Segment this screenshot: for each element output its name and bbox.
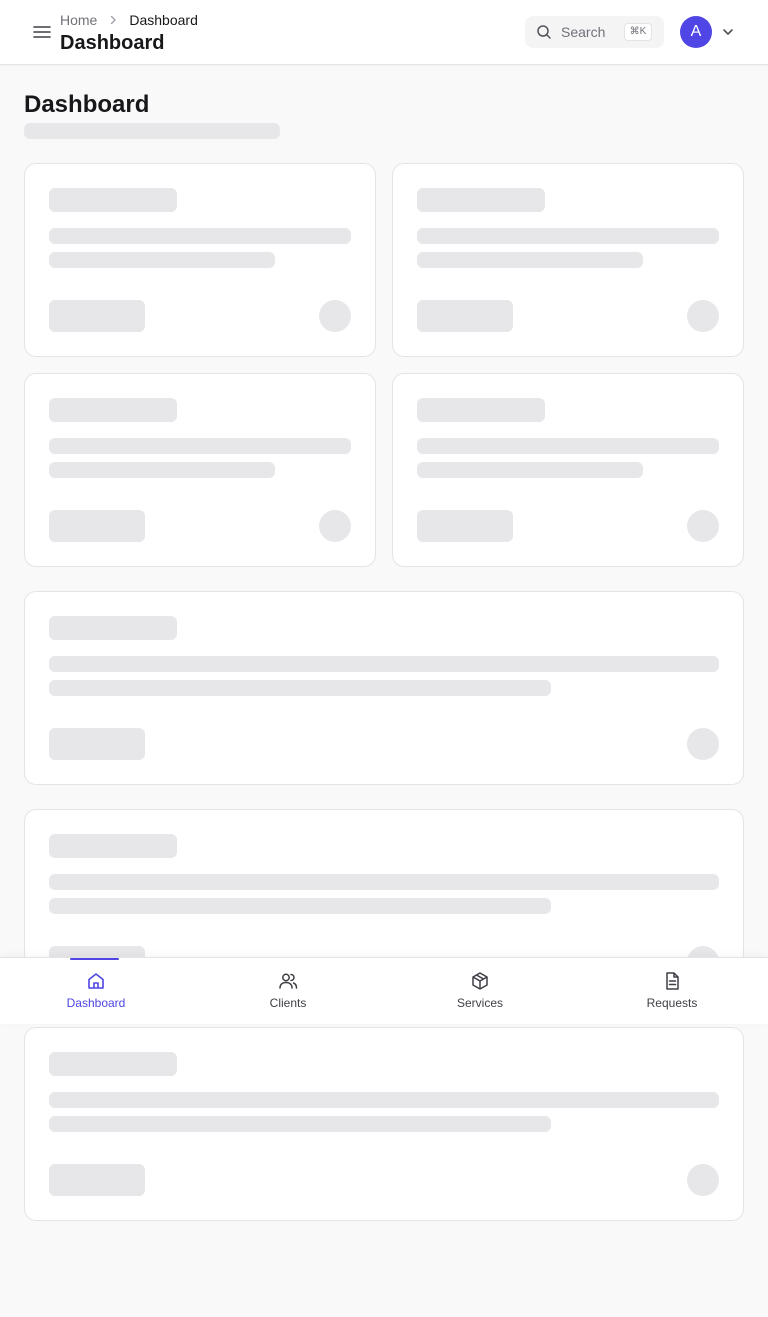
card-value-skeleton: [417, 510, 513, 542]
home-icon: [88, 973, 104, 989]
card-title-skeleton: [417, 188, 545, 212]
menu-icon[interactable]: [31, 22, 53, 42]
stat-card-skeleton: [24, 163, 376, 357]
card-line-skeleton: [417, 438, 719, 454]
card-icon-skeleton: [687, 728, 719, 760]
search-icon: [537, 25, 551, 39]
chevron-down-icon[interactable]: [720, 24, 736, 40]
card-line-skeleton: [49, 228, 351, 244]
card-value-skeleton: [49, 1164, 145, 1196]
card-line-skeleton: [49, 438, 351, 454]
active-tab-indicator: [70, 958, 119, 960]
card-icon-skeleton: [687, 1164, 719, 1196]
nav-item-requests[interactable]: Requests: [576, 958, 768, 1025]
card-value-skeleton: [49, 510, 145, 542]
breadcrumb-home[interactable]: Home: [60, 11, 97, 29]
card-line-skeleton: [49, 874, 719, 890]
header-title: Dashboard: [60, 32, 165, 54]
card-line-skeleton: [49, 252, 275, 268]
card-title-skeleton: [49, 834, 177, 858]
nav-item-dashboard[interactable]: Dashboard: [0, 958, 192, 1025]
card-line-skeleton: [417, 228, 719, 244]
nav-item-services[interactable]: Services: [384, 958, 576, 1025]
nav-label: Dashboard: [66, 996, 126, 1010]
breadcrumb-current: Dashboard: [129, 12, 198, 28]
card-line-skeleton: [49, 1116, 551, 1132]
subtitle-skeleton: [24, 123, 280, 139]
card-line-skeleton: [49, 656, 719, 672]
card-title-skeleton: [49, 188, 177, 212]
package-icon: [472, 972, 488, 990]
search-label: Search: [561, 24, 606, 40]
top-bar: Home Dashboard Dashboard Search ⌘K A: [0, 0, 768, 65]
avatar[interactable]: A: [680, 16, 712, 48]
stat-card-skeleton: [392, 163, 744, 357]
chevron-right-icon: [105, 12, 121, 28]
breadcrumb: Home Dashboard: [60, 11, 198, 29]
card-line-skeleton: [49, 680, 551, 696]
wide-card-skeleton: [24, 591, 744, 785]
card-title-skeleton: [417, 398, 545, 422]
card-icon-skeleton: [319, 300, 351, 332]
document-icon: [666, 972, 679, 990]
nav-label: Services: [456, 996, 503, 1010]
card-line-skeleton: [49, 898, 551, 914]
card-value-skeleton: [417, 300, 513, 332]
nav-label: Requests: [646, 996, 698, 1010]
card-line-skeleton: [49, 1092, 719, 1108]
card-title-skeleton: [49, 398, 177, 422]
card-value-skeleton: [49, 728, 145, 760]
card-icon-skeleton: [319, 510, 351, 542]
card-title-skeleton: [49, 616, 177, 640]
page-title: Dashboard: [24, 91, 150, 118]
card-line-skeleton: [49, 462, 275, 478]
nav-item-clients[interactable]: Clients: [192, 958, 384, 1025]
card-line-skeleton: [417, 252, 643, 268]
users-icon: [279, 973, 298, 989]
card-icon-skeleton: [687, 510, 719, 542]
wide-card-skeleton: [24, 1027, 744, 1221]
stat-card-skeleton: [392, 373, 744, 567]
card-icon-skeleton: [687, 300, 719, 332]
bottom-navigation: Dashboard Clients Services Requests: [0, 957, 768, 1024]
card-line-skeleton: [417, 462, 643, 478]
shortcut-badge: ⌘K: [624, 23, 652, 41]
stat-card-skeleton: [24, 373, 376, 567]
card-title-skeleton: [49, 1052, 177, 1076]
nav-label: Clients: [269, 996, 307, 1010]
card-value-skeleton: [49, 300, 145, 332]
search-button[interactable]: Search ⌘K: [525, 16, 664, 48]
